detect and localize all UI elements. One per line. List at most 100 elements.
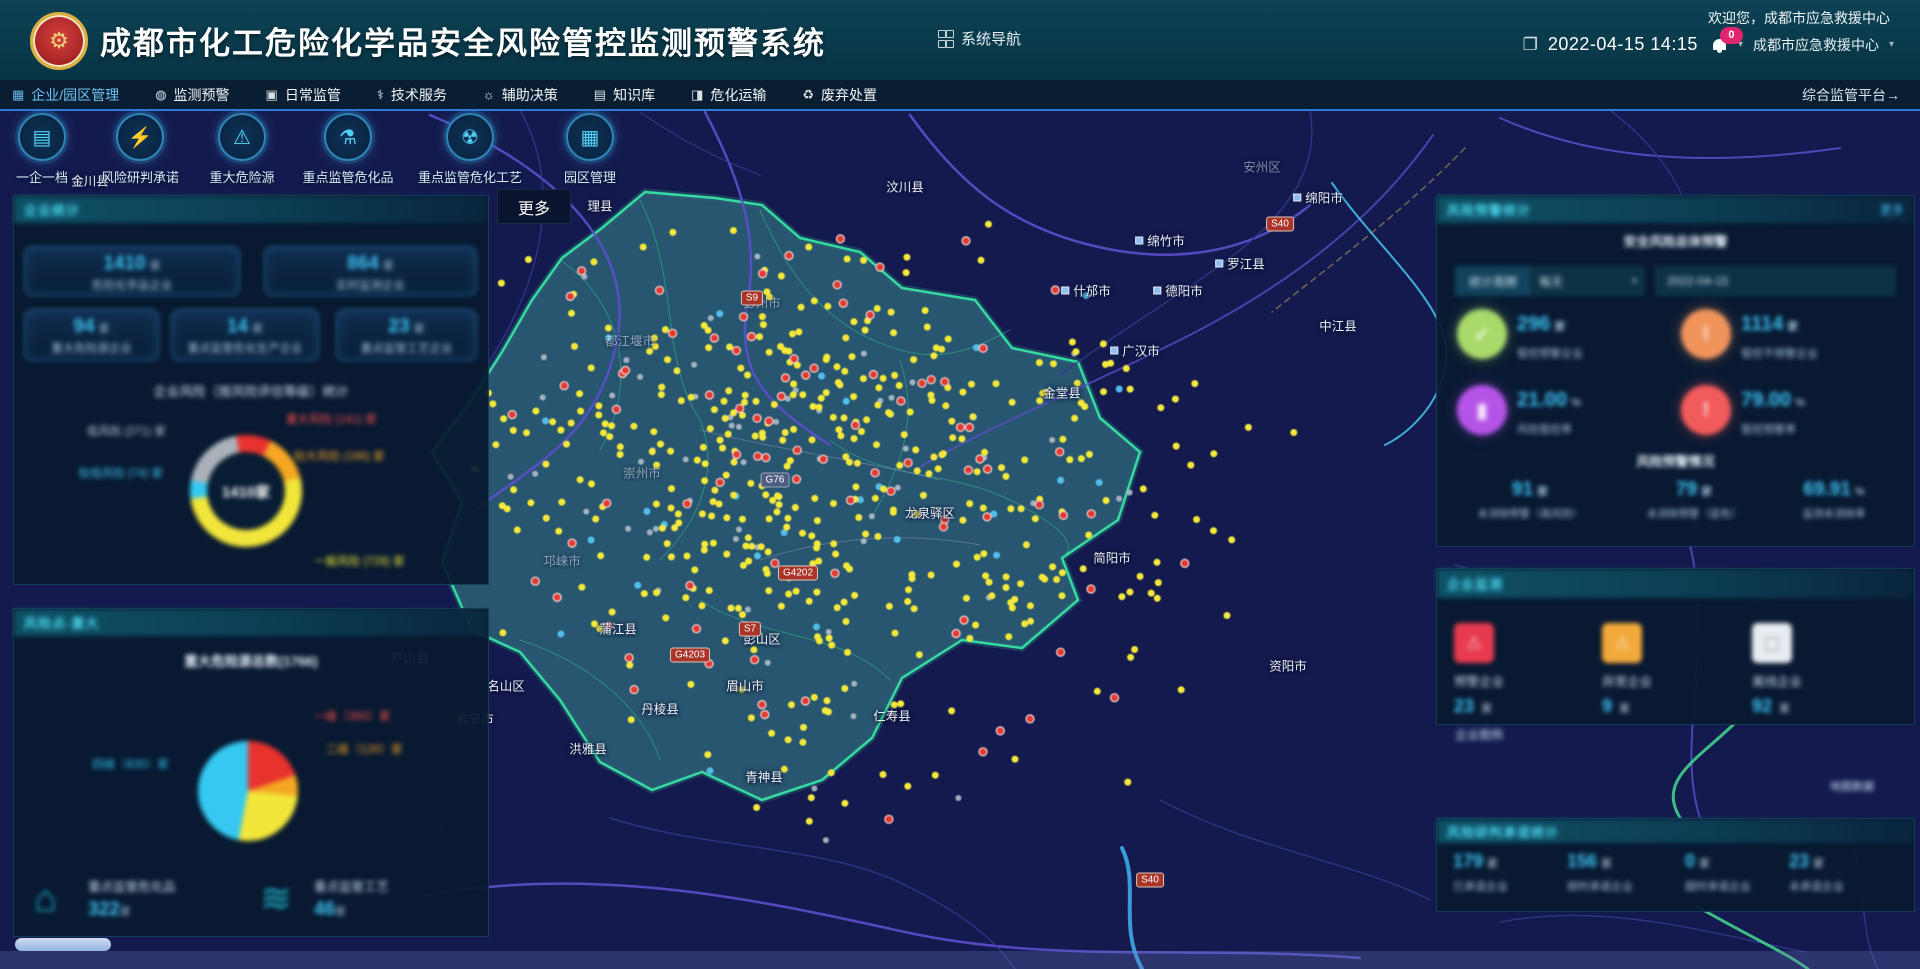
app-header: ⚙ 成都市化工危险化学品安全风险管控监测预警系统 系统导航 欢迎您，成都市应急救… xyxy=(0,0,1920,80)
nav-item-daily[interactable]: ▣日常监管 xyxy=(266,85,341,105)
map-marker-yellow xyxy=(595,412,602,419)
map-marker-gray xyxy=(508,474,514,480)
warning-row-stat: 91家未消除预警（高风险） xyxy=(1455,479,1605,521)
map-marker-yellow xyxy=(863,416,870,423)
welcome-text: 欢迎您，成都市应急救援中心 xyxy=(1708,8,1890,28)
stat-card-unit: 家 xyxy=(414,323,425,335)
map-marker-yellow xyxy=(1127,654,1134,661)
map-marker-yellow xyxy=(949,434,956,441)
stat-card[interactable]: 1410家危险化学品企业 xyxy=(24,246,240,296)
map-marker-yellow xyxy=(1021,456,1028,463)
panel-title: 风险点-重大 xyxy=(24,613,99,632)
user-menu[interactable]: 成都市应急救援中心 xyxy=(1753,35,1879,55)
map-marker-yellow xyxy=(841,368,848,375)
stat-card[interactable]: 864家实时监测企业 xyxy=(264,246,477,296)
map-marker-gray xyxy=(1049,437,1055,443)
nav-item-tech[interactable]: ⚕技术服务 xyxy=(377,85,447,105)
system-nav-button[interactable]: 系统导航 xyxy=(938,28,1021,49)
subnav-item-4[interactable]: ⚗重点监管危化品 xyxy=(283,113,413,186)
map-marker-red xyxy=(876,263,884,271)
map-marker-yellow xyxy=(782,429,789,436)
map-marker-yellow xyxy=(799,391,806,398)
map-marker-yellow xyxy=(905,586,912,593)
more-link[interactable]: 更多 xyxy=(1880,201,1904,218)
map-marker-yellow xyxy=(576,390,583,397)
map-marker-yellow xyxy=(705,344,712,351)
period-select[interactable]: 统计周期 每天▾ xyxy=(1455,266,1645,296)
map-marker-yellow xyxy=(948,707,955,714)
subnav-item-6[interactable]: ▦园区管理 xyxy=(525,113,655,186)
value: 0 xyxy=(1685,851,1695,871)
red-alert-square-icon: ⚠ xyxy=(1454,623,1494,663)
map-marker-yellow xyxy=(1032,515,1039,522)
map-marker-yellow xyxy=(728,605,735,612)
stat-card[interactable]: 94家重大危险源企业 xyxy=(24,309,159,361)
map-marker-red xyxy=(979,344,987,352)
map-marker-yellow xyxy=(1003,573,1010,580)
chevron-down-icon[interactable]: ▾ xyxy=(1889,39,1894,50)
monitor-item[interactable]: ▢离线企业92 家 xyxy=(1752,623,1892,717)
map-label: 青神县 xyxy=(745,767,783,786)
map-marker-red xyxy=(1111,694,1119,702)
nav-item-knowledge[interactable]: ▤知识库 xyxy=(594,85,655,105)
map-marker-red xyxy=(765,417,773,425)
map-marker-yellow xyxy=(1290,429,1297,436)
stat-card-value: 94 xyxy=(73,316,94,337)
map-marker-yellow xyxy=(887,411,894,418)
monitor-item[interactable]: ⚠预警企业23 家 xyxy=(1454,623,1594,717)
nav-item-transport[interactable]: ◨危化运输 xyxy=(691,85,766,105)
stat-card-value-row: 23家 xyxy=(337,316,476,338)
nav-item-decision[interactable]: ☼辅助决策 xyxy=(483,85,558,105)
nav-item-monitor[interactable]: ◍监测预警 xyxy=(155,85,229,105)
map-marker-red xyxy=(960,616,968,624)
map-marker-red xyxy=(871,469,879,477)
map-marker-yellow xyxy=(963,595,970,602)
notification-bell-button[interactable]: 0 xyxy=(1712,37,1728,53)
orange-warn-square-icon: ⚠ xyxy=(1602,623,1642,663)
monitor-item[interactable]: ⚠异常企业9 家 xyxy=(1602,623,1742,717)
map-marker-yellow xyxy=(862,531,869,538)
map-marker-yellow xyxy=(748,714,755,721)
map-marker-yellow xyxy=(813,544,820,551)
fullscreen-icon[interactable]: ❐ xyxy=(1523,35,1538,55)
map-marker-yellow xyxy=(834,363,841,370)
map-marker-yellow xyxy=(1027,618,1034,625)
map-marker-red xyxy=(793,446,801,454)
integrated-platform-link[interactable]: 综合监管平台→ xyxy=(1802,85,1900,105)
map-more-button[interactable]: 更多 xyxy=(497,189,571,224)
chevron-down-icon: ▾ xyxy=(1632,276,1637,287)
subnav-item-5[interactable]: ☢重点监管危化工艺 xyxy=(405,113,535,186)
map-marker-blue xyxy=(557,631,564,638)
map-marker-red xyxy=(686,582,694,590)
map-marker-red xyxy=(560,382,568,390)
map-marker-yellow xyxy=(1173,443,1180,450)
map-marker-yellow xyxy=(930,454,937,461)
map-marker-yellow xyxy=(667,448,674,455)
map-marker-gray xyxy=(733,536,739,542)
map-marker-red xyxy=(851,421,859,429)
date-input[interactable]: 2022-04-15 xyxy=(1655,266,1896,296)
map-marker-yellow xyxy=(739,611,746,618)
enterprise-monitor-panel: 企业监测 ⚠预警企业23 家⚠异常企业9 家▢离线企业92 家 xyxy=(1436,568,1915,725)
stat-card[interactable]: 23家重点监管工艺企业 xyxy=(336,309,477,361)
map-marker-yellow xyxy=(844,256,851,263)
map-marker-yellow xyxy=(664,540,671,547)
map-marker-yellow xyxy=(1102,361,1109,368)
nav-item-waste[interactable]: ♻废弃处置 xyxy=(802,85,877,105)
map-marker-red xyxy=(736,405,744,413)
hazard-stat-label: 重点监管危化品 xyxy=(88,876,244,895)
map-marker-yellow xyxy=(855,514,862,521)
map-marker-yellow xyxy=(904,783,911,790)
stat-card[interactable]: 14家重点监管危化生产企业 xyxy=(171,309,319,361)
chart-callout: 重大风险 (141) 家 xyxy=(286,411,377,427)
nav-item-enterprise[interactable]: ▦企业/园区管理 xyxy=(12,85,119,105)
map-marker-yellow xyxy=(968,381,975,388)
map-marker-yellow xyxy=(1151,512,1158,519)
stat-card-value-row: 1410家 xyxy=(25,253,239,275)
map-marker-yellow xyxy=(852,483,859,490)
map-marker-yellow xyxy=(668,505,675,512)
map-city-dot-icon xyxy=(1153,286,1161,294)
map-marker-yellow xyxy=(942,402,949,409)
map-label: 绵阳市 xyxy=(1293,188,1343,207)
value: 1114 xyxy=(1741,313,1783,335)
